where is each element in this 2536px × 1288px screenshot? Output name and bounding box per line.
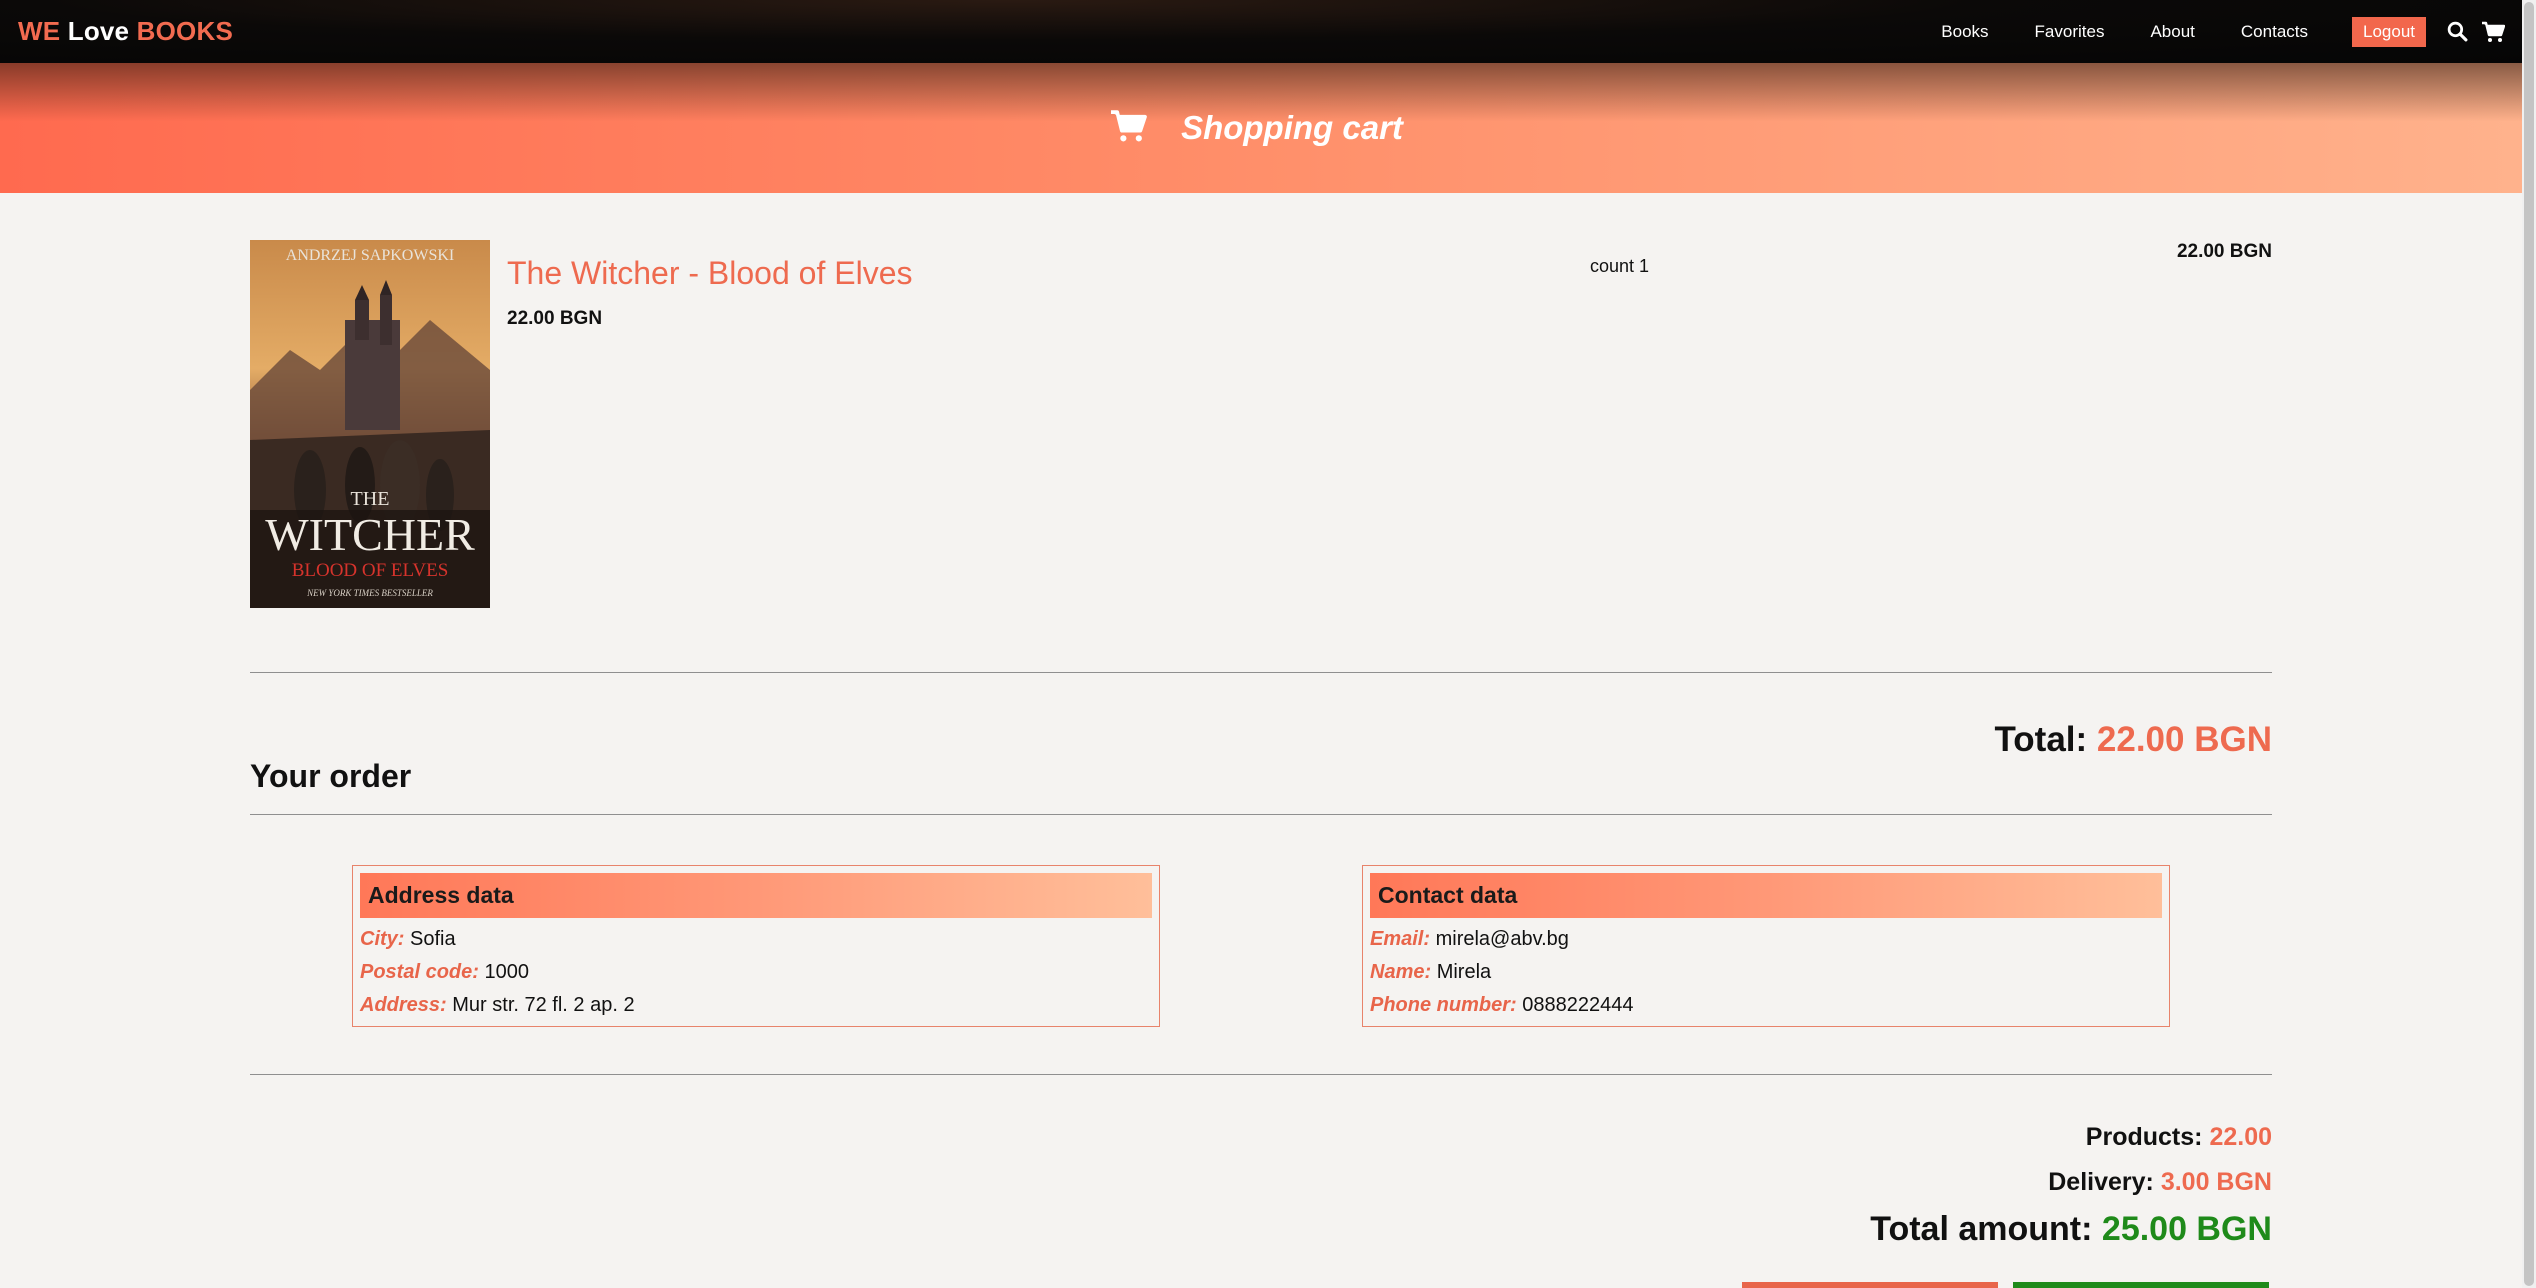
order-heading: Your order xyxy=(250,758,412,794)
delivery-label: Delivery: xyxy=(2048,1168,2154,1196)
phone-label: Phone number: xyxy=(1370,994,1517,1016)
cover-subtitle: BLOOD OF ELVES xyxy=(292,560,449,581)
item-subtotal: 22.00 BGN xyxy=(2176,241,2272,262)
address-label: Address: xyxy=(360,994,447,1016)
email-value: mirela@abv.bg xyxy=(1435,928,1569,950)
summary-total-amount: Total amount: 25.00 BGN xyxy=(1870,1210,2272,1249)
address-value: Mur str. 72 fl. 2 ap. 2 xyxy=(452,994,635,1016)
products-value: 22.00 xyxy=(2209,1123,2272,1151)
name-value: Mirela xyxy=(1436,961,1492,983)
postal-label: Postal code: xyxy=(360,961,479,983)
name-label: Name: xyxy=(1370,961,1432,983)
divider xyxy=(250,814,2272,815)
nav-links: Books Favorites About Contacts Logout xyxy=(1941,0,2516,63)
city-row: City: Sofia xyxy=(360,927,1152,951)
email-row: Email: mirela@abv.bg xyxy=(1370,927,2162,951)
logout-button[interactable]: Logout xyxy=(2352,16,2426,47)
phone-row: Phone number: 0888222444 xyxy=(1370,993,2162,1017)
brand-we: WE xyxy=(18,16,61,46)
cover-the: THE xyxy=(351,488,390,510)
brand-books: BOOKS xyxy=(136,16,233,46)
brand-logo[interactable]: WE Love BOOKS xyxy=(18,16,233,47)
total-amount-label: Total amount: xyxy=(1870,1210,2093,1248)
city-label: City: xyxy=(360,928,405,950)
item-price: 22.00 BGN xyxy=(507,308,603,329)
book-cover-image[interactable]: ANDRZEJ SAPKOWSKI THE WITCHER BLOOD OF E… xyxy=(250,240,490,608)
back-button[interactable] xyxy=(1742,1282,1998,1288)
address-data-panel: Address data City: Sofia Postal code: 10… xyxy=(352,865,1160,1027)
contact-data-panel: Contact data Email: mirela@abv.bg Name: … xyxy=(1362,865,2170,1027)
cart-icon xyxy=(1109,109,1147,148)
page-title: Shopping cart xyxy=(1181,109,1403,146)
cart-icon[interactable] xyxy=(2480,19,2506,45)
scrollbar-thumb[interactable] xyxy=(2524,2,2534,1286)
nav-link-favorites[interactable]: Favorites xyxy=(2035,22,2105,42)
page-banner: Shopping cart xyxy=(0,63,2522,193)
item-title-link[interactable]: The Witcher - Blood of Elves xyxy=(507,255,912,292)
cart-item: ANDRZEJ SAPKOWSKI THE WITCHER BLOOD OF E… xyxy=(250,240,2272,610)
nav-link-contacts[interactable]: Contacts xyxy=(2241,22,2308,42)
phone-value: 0888222444 xyxy=(1522,994,1634,1016)
top-navbar: WE Love BOOKS Books Favorites About Cont… xyxy=(0,0,2522,63)
email-label: Email: xyxy=(1370,928,1431,950)
postal-value: 1000 xyxy=(484,961,529,983)
delivery-value: 3.00 BGN xyxy=(2160,1168,2272,1196)
brand-love: Love xyxy=(67,16,130,46)
city-value: Sofia xyxy=(410,928,456,950)
total-amount-value: 25.00 BGN xyxy=(2101,1210,2272,1248)
address-data-header: Address data xyxy=(360,873,1152,918)
divider xyxy=(250,1074,2272,1075)
nav-link-books[interactable]: Books xyxy=(1941,22,1988,42)
cart-total: Total: 22.00 BGN xyxy=(1995,720,2273,760)
summary-products: Products: 22.00 xyxy=(2086,1123,2272,1152)
address-row: Address: Mur str. 72 fl. 2 ap. 2 xyxy=(360,993,1152,1017)
item-count: count 1 xyxy=(1590,256,1650,276)
cart-content: ANDRZEJ SAPKOWSKI THE WITCHER BLOOD OF E… xyxy=(250,240,2272,1288)
search-icon[interactable] xyxy=(2444,19,2470,45)
nav-link-about[interactable]: About xyxy=(2150,22,2194,42)
page-scrollbar[interactable] xyxy=(2522,0,2536,1288)
contact-data-header: Contact data xyxy=(1370,873,2162,918)
summary-delivery: Delivery: 3.00 BGN xyxy=(2048,1168,2272,1197)
cart-total-label: Total: xyxy=(1994,720,2088,759)
cover-author: ANDRZEJ SAPKOWSKI xyxy=(286,247,454,264)
products-label: Products: xyxy=(2085,1123,2203,1151)
cart-total-value: 22.00 BGN xyxy=(2096,720,2272,759)
divider xyxy=(250,672,2272,673)
name-row: Name: Mirela xyxy=(1370,960,2162,984)
postal-row: Postal code: 1000 xyxy=(360,960,1152,984)
cover-tagline: NEW YORK TIMES BESTSELLER xyxy=(306,588,433,598)
confirm-order-button[interactable] xyxy=(2013,1282,2269,1288)
cover-title: WITCHER xyxy=(265,509,475,560)
